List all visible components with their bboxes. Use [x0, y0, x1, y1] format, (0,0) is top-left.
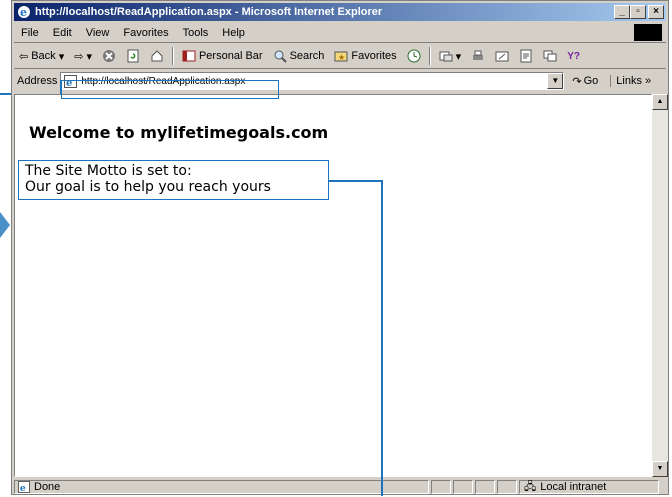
chevron-down-icon: ▾ — [86, 50, 92, 63]
search-label: Search — [289, 50, 325, 62]
menu-edit[interactable]: Edit — [46, 27, 79, 39]
scroll-down-button[interactable]: ▼ — [652, 461, 668, 477]
status-panel — [475, 480, 495, 494]
home-icon — [151, 50, 163, 62]
svg-text:★: ★ — [338, 53, 345, 62]
menu-bar: File Edit View Favorites Tools Help — [14, 23, 666, 43]
motto-line-2: Our goal is to help you reach yours — [25, 179, 271, 195]
chevron-down-icon: ▾ — [58, 50, 65, 63]
title-bar: e http://localhost/ReadApplication.aspx … — [14, 3, 666, 21]
status-panel — [431, 480, 451, 494]
go-arrow-icon: ↷ — [572, 75, 582, 88]
messenger-icon — [543, 50, 557, 62]
favorites-label: Favorites — [351, 50, 397, 62]
mail-icon — [439, 51, 453, 62]
zone-text: Local intranet — [540, 481, 607, 493]
page-icon: e — [64, 74, 78, 88]
standard-toolbar: ⇦ Back ▾ ⇨ ▾ Personal Bar Search ★ Favorites… — [14, 44, 666, 69]
toolbar-separator — [428, 47, 431, 65]
edit-button[interactable] — [490, 49, 514, 63]
status-text: Done — [34, 481, 61, 493]
links-button[interactable]: Links » — [610, 75, 651, 87]
window-title: http://localhost/ReadApplication.aspx - … — [35, 6, 383, 18]
print-button[interactable] — [466, 49, 490, 63]
personal-bar-icon — [182, 50, 196, 62]
menu-file[interactable]: File — [14, 27, 46, 39]
status-bar: e Done 🖧 Local intranet — [14, 479, 666, 495]
discuss-icon — [520, 49, 532, 63]
search-button[interactable]: Search — [268, 49, 330, 63]
address-input[interactable]: e http://localhost/ReadApplication.aspx … — [60, 72, 565, 90]
callout-leader-line-motto-v — [381, 180, 383, 496]
address-label: Address — [17, 75, 58, 87]
windows-logo-icon — [634, 24, 662, 41]
minimize-button[interactable]: _ — [614, 5, 630, 19]
personal-bar-label: Personal Bar — [198, 50, 263, 62]
refresh-icon — [127, 49, 139, 63]
back-arrow-icon: ⇦ — [19, 50, 29, 63]
yahoo-icon: Y? — [567, 50, 580, 62]
close-button[interactable]: × — [648, 5, 664, 19]
refresh-button[interactable] — [121, 49, 145, 63]
personal-bar-button[interactable]: Personal Bar — [177, 49, 268, 63]
maximize-button[interactable]: ▫ — [630, 5, 646, 19]
discuss-button[interactable] — [514, 49, 538, 63]
chevron-down-icon: ▾ — [455, 50, 462, 63]
favorites-button[interactable]: ★ Favorites — [329, 49, 401, 63]
back-button[interactable]: ⇦ Back ▾ — [14, 50, 69, 63]
address-url: http://localhost/ReadApplication.aspx — [81, 75, 246, 87]
svg-text:e: e — [20, 6, 27, 19]
home-button[interactable] — [145, 49, 169, 63]
zone-panel: 🖧 Local intranet — [519, 480, 659, 494]
svg-text:e: e — [66, 78, 72, 88]
intranet-icon: 🖧 — [524, 480, 537, 493]
toolbar-separator — [171, 47, 174, 65]
vertical-scrollbar[interactable]: ▲ ▼ — [652, 94, 668, 477]
go-label: Go — [583, 75, 599, 87]
stop-icon — [102, 50, 115, 62]
mail-button[interactable]: ▾ — [434, 49, 467, 63]
go-button[interactable]: ↷ Go — [572, 75, 598, 88]
motto-line-1: The Site Motto is set to: — [25, 163, 192, 179]
callout-leader-line-motto-h — [329, 180, 382, 182]
print-icon — [473, 50, 484, 60]
scroll-up-button[interactable]: ▲ — [652, 94, 668, 110]
history-button[interactable] — [402, 49, 426, 63]
browser-window: e http://localhost/ReadApplication.aspx … — [11, 0, 669, 495]
page-heading: Welcome to mylifetimegoals.com — [29, 123, 329, 142]
yahoo-button[interactable]: Y? — [562, 51, 585, 62]
history-icon — [407, 49, 421, 63]
edit-icon — [495, 51, 509, 62]
status-panel — [497, 480, 517, 494]
menu-help[interactable]: Help — [215, 27, 252, 39]
motto-text: The Site Motto is set to: Our goal is to… — [25, 163, 271, 195]
page-icon: e — [18, 481, 30, 493]
callout-arrow — [0, 212, 10, 238]
svg-text:e: e — [20, 483, 26, 493]
back-label: Back — [31, 50, 56, 62]
menu-favorites[interactable]: Favorites — [116, 27, 175, 39]
search-icon — [274, 50, 287, 63]
forward-arrow-icon: ⇨ — [74, 50, 84, 63]
menu-view[interactable]: View — [79, 27, 117, 39]
address-dropdown-button[interactable]: ▼ — [547, 73, 564, 89]
forward-button[interactable]: ⇨ ▾ — [69, 50, 97, 63]
ie-icon: e — [18, 6, 30, 19]
messenger-button[interactable] — [538, 49, 562, 63]
status-text-panel: e Done — [14, 480, 429, 494]
callout-leader-line-left-vertical — [60, 80, 62, 94]
menu-tools[interactable]: Tools — [176, 27, 216, 39]
page-content: Welcome to mylifetimegoals.com The Site … — [14, 94, 652, 477]
stop-button[interactable] — [97, 49, 121, 63]
favorites-icon: ★ — [334, 51, 348, 62]
status-panel — [453, 480, 473, 494]
address-bar: Address e http://localhost/ReadApplicati… — [14, 70, 666, 92]
